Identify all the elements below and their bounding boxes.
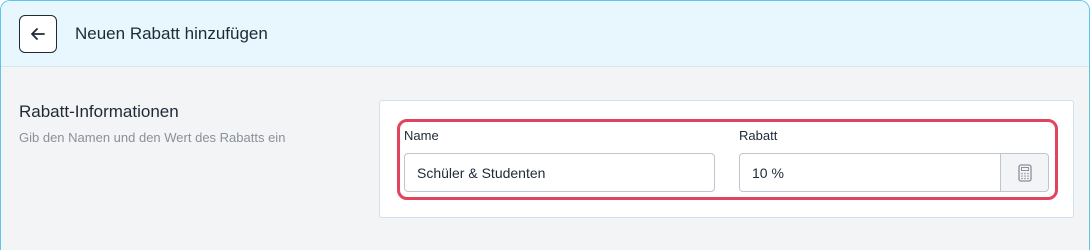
back-button[interactable]: [19, 15, 57, 53]
name-input[interactable]: [404, 153, 715, 192]
section-description: Gib den Namen und den Wert des Rabatts e…: [19, 130, 286, 145]
section-title: Rabatt-Informationen: [19, 102, 179, 121]
page-header: Neuen Rabatt hinzufügen: [1, 1, 1089, 67]
calculator-button[interactable]: [1000, 153, 1049, 192]
arrow-left-icon: [31, 28, 45, 40]
discount-input[interactable]: [739, 153, 1001, 192]
app-window: Neuen Rabatt hinzufügen Rabatt-Informati…: [0, 0, 1090, 250]
calculator-icon: [1017, 163, 1032, 182]
discount-label: Rabatt: [739, 128, 778, 143]
page-title: Neuen Rabatt hinzufügen: [75, 24, 268, 43]
name-label: Name: [404, 128, 439, 143]
